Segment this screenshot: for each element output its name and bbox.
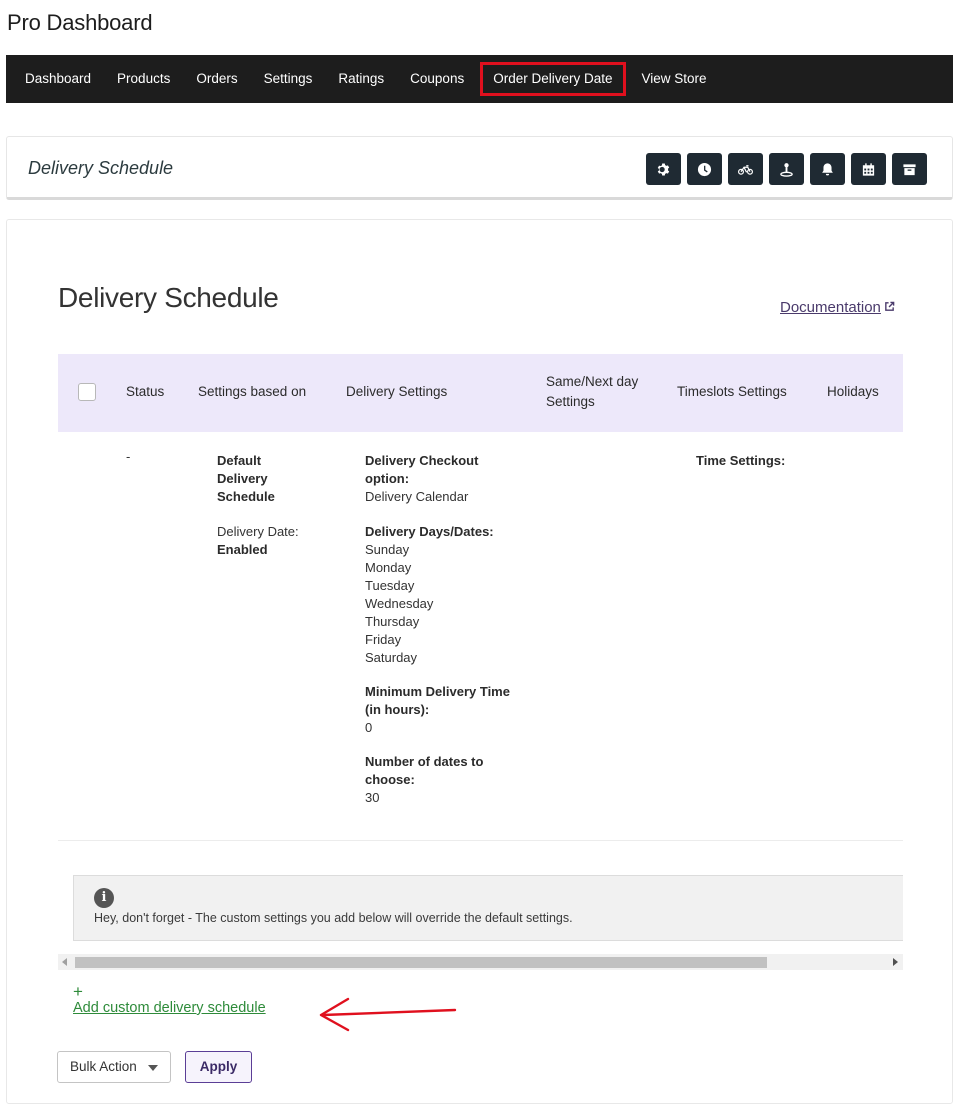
chevron-down-icon[interactable] (148, 1065, 158, 1071)
info-icon: i (94, 888, 114, 908)
delivery-day-item: Tuesday (365, 578, 415, 593)
delivery-day-item: Friday (365, 632, 402, 647)
nav-item-order-delivery-date[interactable]: Order Delivery Date (480, 62, 626, 96)
bell-icon[interactable] (810, 153, 845, 185)
table-header: Status Settings based on Delivery Settin… (58, 354, 903, 432)
min-delivery-time-label-line1: Minimum Delivery Time (365, 684, 510, 699)
scroll-right-arrow-icon[interactable] (893, 958, 898, 966)
column-header-delivery-settings: Delivery Settings (346, 384, 448, 399)
schedule-name-line1: Default (217, 453, 262, 468)
documentation-link[interactable]: Documentation (780, 299, 895, 316)
checkout-option-value: Delivery Calendar (365, 489, 469, 504)
min-delivery-time-label-line2: (in hours): (365, 702, 430, 717)
scroll-left-arrow-icon[interactable] (62, 958, 67, 966)
nav-item-settings[interactable]: Settings (251, 62, 326, 96)
add-custom-delivery-schedule-link[interactable]: Add custom delivery schedule (73, 1000, 266, 1016)
bicycle-icon[interactable] (728, 153, 763, 185)
select-all-checkbox[interactable] (78, 383, 96, 401)
apply-button[interactable]: Apply (185, 1051, 252, 1083)
checkout-option-label-line2: option: (365, 471, 410, 486)
column-header-same-next-day: Same/Next day Settings (546, 372, 638, 412)
column-header-same-next-day-line1: Same/Next day (546, 374, 639, 389)
delivery-day-item: Monday (365, 560, 412, 575)
bulk-action-value[interactable]: Bulk Action (70, 1059, 137, 1074)
column-header-status: Status (126, 384, 165, 399)
column-header-timeslots: Timeslots Settings (677, 384, 787, 399)
external-link-icon (885, 301, 895, 311)
column-header-settings-based-on: Settings based on (198, 384, 307, 399)
top-navigation: Dashboard Products Orders Settings Ratin… (6, 55, 953, 103)
nav-item-view-store[interactable]: View Store (629, 62, 720, 96)
row-settings-based-on: Default Delivery Schedule Delivery Date:… (217, 452, 327, 559)
time-settings-label: Time Settings: (696, 453, 786, 468)
notice-message: Hey, don't forget - The custom settings … (94, 911, 573, 925)
row-status: - (126, 449, 131, 464)
scrollbar-thumb[interactable] (75, 957, 767, 968)
row-delivery-settings: Delivery Checkout option: Delivery Calen… (365, 452, 535, 807)
documentation-link-label[interactable]: Documentation (780, 299, 881, 316)
calendar-icon[interactable] (851, 153, 886, 185)
horizontal-scrollbar[interactable] (58, 954, 903, 970)
nav-item-products[interactable]: Products (104, 62, 183, 96)
column-header-holidays: Holidays (827, 384, 879, 399)
bulk-action-select[interactable]: Bulk Action (57, 1051, 171, 1083)
header-card-title: Delivery Schedule (28, 158, 174, 178)
nav-item-orders[interactable]: Orders (183, 62, 250, 96)
delivery-day-item: Wednesday (365, 596, 434, 611)
number-of-dates-value: 30 (365, 790, 380, 805)
nav-item-dashboard[interactable]: Dashboard (12, 62, 104, 96)
schedule-name-line3: Schedule (217, 489, 275, 504)
gear-icon[interactable] (646, 153, 681, 185)
checkout-option-label-line1: Delivery Checkout (365, 453, 479, 468)
red-arrow-annotation (319, 997, 457, 1032)
page-title: Pro Dashboard (7, 10, 153, 35)
section-title: Delivery Schedule (58, 282, 279, 313)
delivery-schedule-header-card: Delivery Schedule (6, 136, 953, 200)
location-pin-icon[interactable] (769, 153, 804, 185)
column-header-same-next-day-line2: Settings (546, 394, 595, 409)
nav-item-ratings[interactable]: Ratings (325, 62, 397, 96)
min-delivery-time-value: 0 (365, 720, 373, 735)
delivery-date-label: Delivery Date: (217, 524, 299, 539)
delivery-date-value: Enabled (217, 542, 268, 557)
plus-icon[interactable]: + (73, 983, 83, 1000)
delivery-day-item: Thursday (365, 614, 420, 629)
clock-icon[interactable] (687, 153, 722, 185)
number-of-dates-label-line1: Number of dates to (365, 754, 484, 769)
nav-item-coupons[interactable]: Coupons (397, 62, 477, 96)
delivery-day-item: Saturday (365, 650, 418, 665)
toolbar-icon-group (646, 153, 927, 185)
number-of-dates-label-line2: choose: (365, 772, 415, 787)
delivery-day-item: Sunday (365, 542, 410, 557)
table-row: - Default Delivery Schedule Delivery Dat… (58, 432, 903, 841)
delivery-schedule-table: Status Settings based on Delivery Settin… (58, 354, 903, 1040)
delivery-schedule-panel: Delivery Schedule Documentation Status S… (6, 219, 953, 1104)
delivery-days-label: Delivery Days/Dates: (365, 524, 494, 539)
archive-icon[interactable] (892, 153, 927, 185)
info-notice: i Hey, don't forget - The custom setting… (73, 875, 903, 941)
schedule-name-line2: Delivery (217, 471, 268, 486)
